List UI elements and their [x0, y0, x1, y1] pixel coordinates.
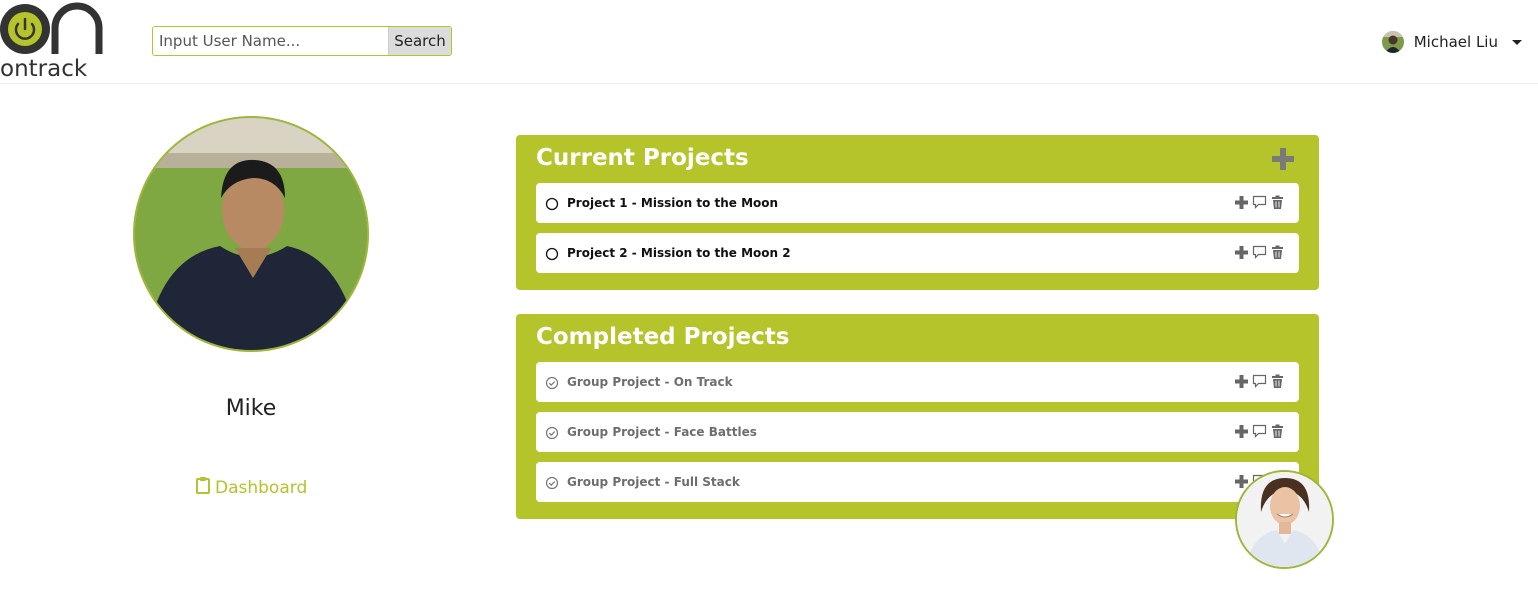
user-search: Search [152, 26, 452, 56]
comment-icon[interactable] [1252, 374, 1267, 389]
check-circle-icon[interactable] [545, 425, 559, 440]
dashboard-link[interactable]: Dashboard [196, 476, 307, 499]
project-row[interactable]: Project 1 - Mission to the Moon [536, 183, 1299, 223]
check-circle-icon[interactable] [545, 375, 559, 390]
clipboard-icon [196, 476, 210, 499]
search-input[interactable] [153, 27, 388, 55]
plus-icon[interactable] [1234, 424, 1249, 439]
add-project-icon[interactable] [1271, 147, 1295, 171]
project-label[interactable]: Project 1 - Mission to the Moon [567, 196, 778, 210]
trash-icon[interactable] [1270, 195, 1285, 210]
project-label[interactable]: Group Project - On Track [567, 375, 733, 389]
project-label[interactable]: Project 2 - Mission to the Moon 2 [567, 246, 791, 260]
project-label[interactable]: Group Project - Face Battles [567, 425, 757, 439]
project-row[interactable]: Group Project - Face Battles [536, 412, 1299, 452]
row-actions [1234, 424, 1285, 439]
plus-icon[interactable] [1234, 195, 1249, 210]
trash-icon[interactable] [1270, 424, 1285, 439]
comment-icon[interactable] [1252, 424, 1267, 439]
trash-icon[interactable] [1270, 374, 1285, 389]
completed-projects-title: Completed Projects [536, 324, 790, 350]
ontrack-logo[interactable]: ontrack [0, 0, 104, 84]
completed-projects-panel: Completed Projects Group Project - On Tr… [516, 314, 1319, 519]
row-actions [1234, 374, 1285, 389]
current-projects-title: Current Projects [536, 145, 749, 171]
dashboard-label: Dashboard [215, 477, 308, 498]
assistant-avatar-button[interactable] [1235, 470, 1334, 569]
chevron-down-icon [1512, 39, 1522, 45]
profile-photo [133, 116, 369, 352]
circle-icon[interactable] [545, 196, 559, 211]
trash-icon[interactable] [1270, 245, 1285, 260]
comment-icon[interactable] [1252, 245, 1267, 260]
plus-icon[interactable] [1234, 245, 1249, 260]
profile-name: Mike [225, 396, 277, 421]
comment-icon[interactable] [1252, 195, 1267, 210]
circle-icon[interactable] [545, 246, 559, 261]
project-row[interactable]: Group Project - Full Stack [536, 462, 1299, 502]
current-projects-panel: Current Projects Project 1 - Mission to … [516, 135, 1319, 290]
search-button[interactable]: Search [388, 27, 451, 55]
project-label[interactable]: Group Project - Full Stack [567, 475, 740, 489]
logo-text: ontrack [0, 56, 88, 82]
plus-icon[interactable] [1234, 374, 1249, 389]
check-circle-icon[interactable] [545, 475, 559, 490]
project-row[interactable]: Group Project - On Track [536, 362, 1299, 402]
user-avatar [1381, 31, 1404, 53]
row-actions [1234, 245, 1285, 260]
project-row[interactable]: Project 2 - Mission to the Moon 2 [536, 233, 1299, 273]
user-name: Michael Liu [1413, 33, 1498, 51]
user-menu-dropdown[interactable]: Michael Liu [1381, 30, 1522, 54]
top-navbar: ontrack Search Michael Liu [0, 0, 1538, 84]
row-actions [1234, 195, 1285, 210]
